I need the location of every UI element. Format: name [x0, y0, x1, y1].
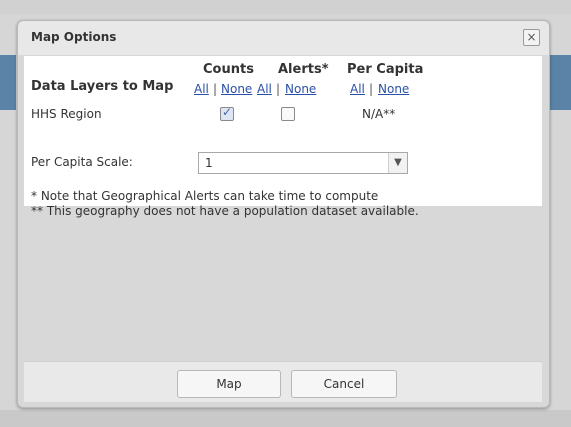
alerts-note: * Note that Geographical Alerts can take… — [31, 189, 379, 203]
per-capita-all-link[interactable]: All — [350, 82, 365, 96]
per-capita-scale-select[interactable]: 1 ▼ — [198, 152, 408, 174]
counts-heading: Counts — [203, 62, 254, 77]
background-header-right — [548, 55, 571, 110]
background-header-left — [0, 55, 16, 110]
options-panel: Data Layers to Map Counts Alerts* Per Ca… — [24, 56, 542, 218]
hhs-region-label: HHS Region — [31, 107, 102, 121]
map-options-dialog: Map Options × Data Layers to Map Counts … — [17, 20, 550, 408]
per-capita-none-link[interactable]: None — [378, 82, 409, 96]
population-note: ** This geography does not have a popula… — [31, 204, 419, 218]
chevron-down-icon[interactable]: ▼ — [388, 153, 407, 173]
background-toolbar — [0, 0, 571, 14]
background-footer — [0, 410, 571, 427]
alerts-heading: Alerts* — [278, 62, 329, 77]
checkmark-icon: ✓ — [222, 105, 233, 119]
counts-checkbox[interactable]: ✓ — [220, 105, 234, 121]
alerts-separator: | — [276, 82, 281, 96]
close-button[interactable]: × — [523, 29, 540, 46]
per-capita-separator: | — [369, 82, 374, 96]
dialog-footer: Map Cancel — [24, 361, 542, 402]
alerts-none-link[interactable]: None — [285, 82, 316, 96]
counts-none-link[interactable]: None — [221, 82, 252, 96]
counts-all-link[interactable]: All — [194, 82, 209, 96]
counts-separator: | — [213, 82, 218, 96]
alerts-checkbox[interactable] — [281, 107, 295, 121]
per-capita-value: N/A** — [362, 107, 396, 121]
per-capita-heading: Per Capita — [347, 62, 424, 77]
alerts-all-link[interactable]: All — [257, 82, 272, 96]
dialog-title: Map Options — [31, 30, 117, 44]
data-layers-heading: Data Layers to Map — [31, 79, 174, 94]
per-capita-scale-value: 1 — [205, 156, 213, 170]
close-icon: × — [526, 30, 537, 44]
cancel-button[interactable]: Cancel — [291, 370, 397, 398]
map-button[interactable]: Map — [177, 370, 281, 398]
dialog-titlebar[interactable]: Map Options × — [18, 21, 549, 55]
per-capita-scale-label: Per Capita Scale: — [31, 155, 133, 169]
